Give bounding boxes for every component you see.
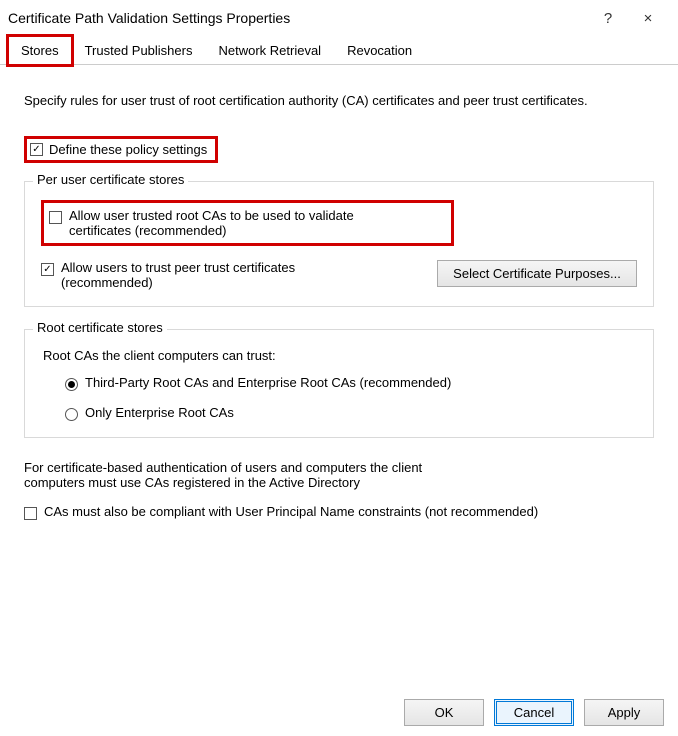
allow-user-root-row: Allow user trusted root CAs to be used t… — [49, 208, 419, 238]
window-title: Certificate Path Validation Settings Pro… — [8, 10, 588, 26]
tab-network-retrieval[interactable]: Network Retrieval — [205, 36, 334, 64]
peer-trust-row: ✓ Allow users to trust peer trust certif… — [41, 260, 637, 290]
ok-button[interactable]: OK — [404, 699, 484, 726]
root-enterprise-only-radio[interactable] — [65, 408, 78, 421]
root-stores-intro: Root CAs the client computers can trust: — [43, 348, 637, 363]
upn-row: CAs must also be compliant with User Pri… — [24, 504, 654, 520]
apply-button[interactable]: Apply — [584, 699, 664, 726]
root-third-party-row: Third-Party Root CAs and Enterprise Root… — [65, 375, 637, 391]
tab-row: Stores Trusted Publishers Network Retrie… — [0, 36, 678, 65]
dialog-footer: OK Cancel Apply — [404, 699, 664, 726]
allow-user-root-checkbox[interactable] — [49, 211, 62, 224]
tab-revocation[interactable]: Revocation — [334, 36, 425, 64]
close-button[interactable]: × — [628, 10, 668, 27]
allow-peer-row: ✓ Allow users to trust peer trust certif… — [41, 260, 321, 290]
select-certificate-purposes-button[interactable]: Select Certificate Purposes... — [437, 260, 637, 287]
per-user-title: Per user certificate stores — [33, 172, 188, 187]
tab-trusted-publishers[interactable]: Trusted Publishers — [72, 36, 206, 64]
auth-note: For certificate-based authentication of … — [24, 460, 484, 490]
root-enterprise-only-label: Only Enterprise Root CAs — [85, 405, 234, 420]
help-button[interactable]: ? — [588, 10, 628, 27]
define-policy-row: ✓ Define these policy settings — [24, 136, 218, 163]
cancel-button[interactable]: Cancel — [494, 699, 574, 726]
allow-peer-label: Allow users to trust peer trust certific… — [61, 260, 321, 290]
upn-checkbox[interactable] — [24, 507, 37, 520]
root-stores-groupbox: Root certificate stores Root CAs the cli… — [24, 329, 654, 438]
per-user-groupbox: Per user certificate stores Allow user t… — [24, 181, 654, 307]
root-third-party-radio[interactable] — [65, 378, 78, 391]
upn-label: CAs must also be compliant with User Pri… — [44, 504, 538, 519]
define-policy-label: Define these policy settings — [49, 142, 207, 157]
tab-stores[interactable]: Stores — [8, 36, 72, 65]
root-stores-title: Root certificate stores — [33, 320, 167, 335]
allow-user-root-highlight: Allow user trusted root CAs to be used t… — [41, 200, 454, 246]
intro-text: Specify rules for user trust of root cer… — [24, 93, 654, 108]
root-enterprise-only-row: Only Enterprise Root CAs — [65, 405, 637, 421]
allow-peer-checkbox[interactable]: ✓ — [41, 263, 54, 276]
titlebar: Certificate Path Validation Settings Pro… — [0, 0, 678, 36]
allow-user-root-label: Allow user trusted root CAs to be used t… — [69, 208, 419, 238]
define-policy-checkbox[interactable]: ✓ — [30, 143, 43, 156]
root-third-party-label: Third-Party Root CAs and Enterprise Root… — [85, 375, 451, 390]
content-area: Specify rules for user trust of root cer… — [0, 65, 678, 546]
